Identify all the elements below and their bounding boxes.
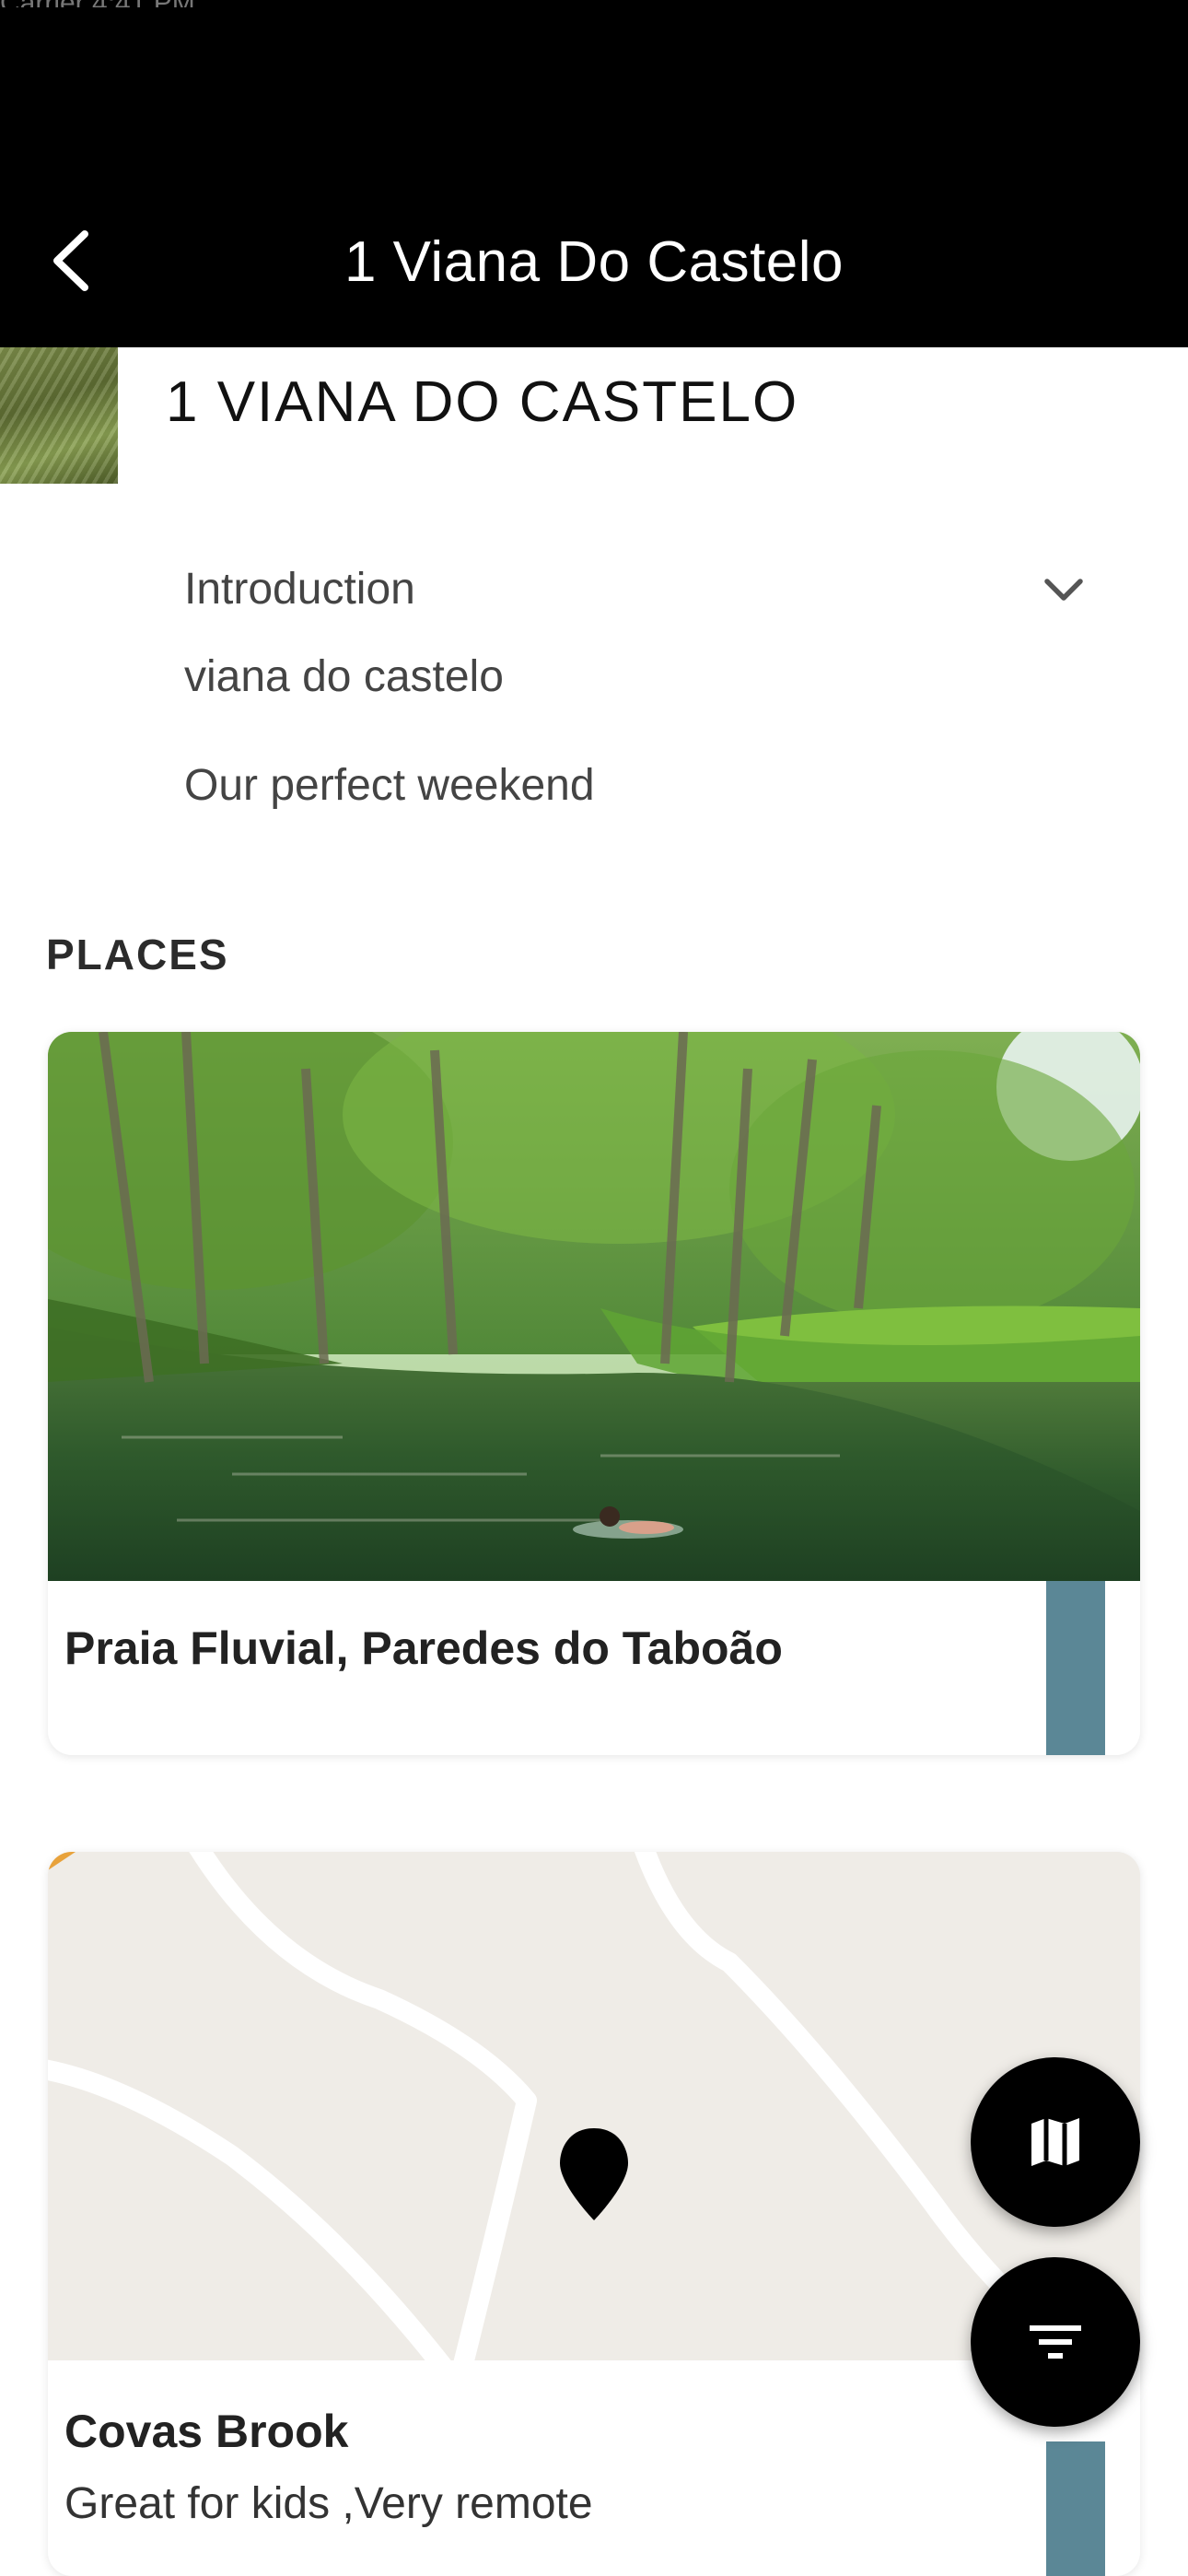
guide-thumbnail [0, 347, 118, 484]
place-title: Praia Fluvial, Paredes do Taboão [64, 1622, 783, 1674]
toc-item-viana-do-castelo[interactable]: viana do castelo [184, 640, 504, 714]
card-accent-tab [1046, 2441, 1105, 2576]
place-card[interactable]: Praia Fluvial, Paredes do Taboão [48, 1032, 1140, 1755]
status-bar-text: Carrier 4:41 PM [0, 0, 350, 7]
card-accent-tab [1046, 1581, 1105, 1755]
place-subtitle: Great for kids ,Very remote [64, 2479, 593, 2528]
places-section-label: PLACES [46, 931, 229, 978]
place-title: Covas Brook [64, 2406, 349, 2457]
table-of-contents: Introduction viana do castelo Our perfec… [184, 553, 1087, 810]
place-map [48, 1852, 1140, 2360]
chevron-down-icon[interactable] [1041, 569, 1087, 610]
toc-introduction[interactable]: Introduction [184, 553, 1087, 626]
filter-icon [1030, 2325, 1081, 2359]
toc-introduction-label: Introduction [184, 565, 415, 614]
map-view-button[interactable] [971, 2057, 1140, 2227]
place-photo [48, 1032, 1140, 1581]
place-card[interactable]: Covas Brook Great for kids ,Very remote [48, 1852, 1140, 2576]
filter-button[interactable] [971, 2257, 1140, 2427]
navigation-bar: Carrier 4:41 PM 1 Viana Do Castelo [0, 0, 1188, 347]
guide-title: 1 VIANA DO CASTELO [166, 370, 799, 434]
nav-title: 1 Viana Do Castelo [344, 230, 844, 294]
map-icon [1031, 2118, 1079, 2166]
toc-item-our-perfect-weekend[interactable]: Our perfect weekend [184, 749, 595, 823]
